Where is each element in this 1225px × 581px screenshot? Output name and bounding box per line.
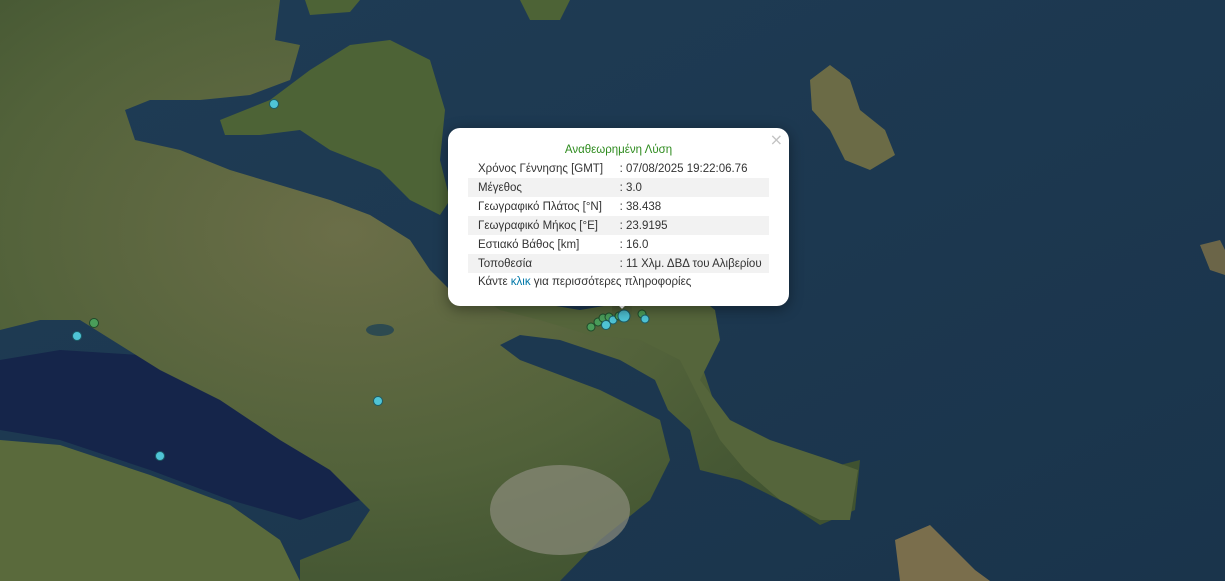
athens-urban-area: [490, 465, 630, 555]
earthquake-info-table: Αναθεωρημένη Λύση Χρόνος Γέννησης [GMT] …: [468, 140, 769, 273]
quake-marker[interactable]: [89, 318, 99, 328]
info-value: : 3.0: [609, 178, 769, 197]
more-prefix: Κάντε: [478, 276, 511, 288]
info-label: Γεωγραφικό Μήκος [°E]: [468, 216, 610, 235]
quake-marker[interactable]: [640, 314, 650, 324]
info-row: Τοποθεσία : 11 Χλμ. ΔΒΔ του Αλιβερίου: [468, 254, 769, 273]
info-value: : 23.9195: [609, 216, 769, 235]
quake-marker[interactable]: [373, 396, 383, 406]
more-info-link[interactable]: κλικ: [511, 276, 531, 288]
more-suffix: για περισσότερες πληροφορίες: [530, 276, 692, 288]
info-row: Γεωγραφικό Πλάτος [°N] : 38.438: [468, 197, 769, 216]
info-label: Μέγεθος: [468, 178, 610, 197]
close-icon[interactable]: ×: [770, 131, 783, 149]
info-row: Μέγεθος : 3.0: [468, 178, 769, 197]
info-row: Χρόνος Γέννησης [GMT] : 07/08/2025 19:22…: [468, 159, 769, 178]
quake-marker[interactable]: [269, 99, 279, 109]
quake-marker[interactable]: [72, 331, 82, 341]
quake-marker[interactable]: [155, 451, 165, 461]
info-label: Τοποθεσία: [468, 254, 610, 273]
info-label: Γεωγραφικό Πλάτος [°N]: [478, 200, 602, 213]
info-value: : 11 Χλμ. ΔΒΔ του Αλιβερίου: [609, 254, 769, 273]
popup-title: Αναθεωρημένη Λύση: [564, 143, 673, 156]
info-label: Χρόνος Γέννησης [GMT]: [478, 162, 604, 175]
info-label: Εστιακό Βάθος [km]: [478, 238, 580, 251]
info-value: : 38.438: [619, 200, 662, 213]
earthquake-popup: × Αναθεωρημένη Λύση Χρόνος Γέννησης [GMT…: [448, 128, 789, 306]
quake-marker[interactable]: [586, 322, 596, 332]
info-value: : 07/08/2025 19:22:06.76: [619, 162, 748, 175]
info-row: Εστιακό Βάθος [km] : 16.0: [468, 235, 769, 254]
popup-title-row: Αναθεωρημένη Λύση: [468, 140, 769, 159]
more-info-text: Κάντε κλικ για περισσότερες πληροφορίες: [468, 276, 769, 288]
quake-marker[interactable]: [601, 320, 611, 330]
info-row: Γεωγραφικό Μήκος [°E] : 23.9195: [468, 216, 769, 235]
info-value: : 16.0: [619, 238, 649, 251]
lake: [366, 324, 394, 336]
